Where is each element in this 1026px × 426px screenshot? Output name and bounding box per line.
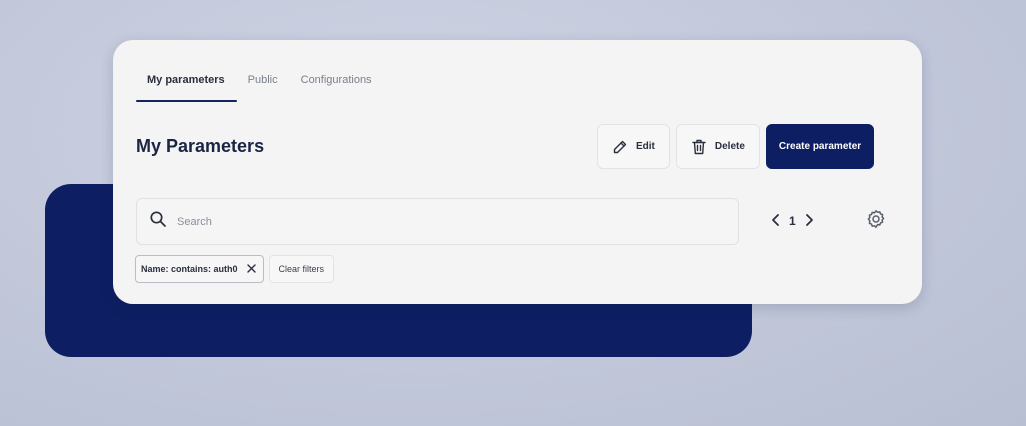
tab-my-parameters[interactable]: My parameters [136, 66, 237, 102]
search-input[interactable] [177, 215, 677, 228]
gear-icon [866, 209, 886, 234]
create-parameter-button[interactable]: Create parameter [765, 124, 875, 169]
chevron-left-icon[interactable] [769, 212, 783, 231]
search-field [136, 198, 739, 245]
delete-button[interactable]: Delete [675, 124, 760, 169]
chevron-right-icon[interactable] [802, 212, 816, 231]
tab-configurations[interactable]: Configurations [290, 66, 384, 102]
search-icon [149, 210, 167, 233]
edit-button[interactable]: Edit [597, 124, 670, 169]
action-toolbar: Edit Delete Create parameter [597, 124, 875, 169]
active-filters: Name: contains: auth0 Clear filters [135, 255, 335, 283]
delete-button-label: Delete [714, 141, 745, 152]
trash-icon [691, 138, 707, 156]
filter-chip: Name: contains: auth0 [135, 255, 264, 283]
tab-bar: My parameters Public Configurations [136, 66, 384, 102]
clear-filters-button[interactable]: Clear filters [268, 255, 335, 283]
tab-public[interactable]: Public [237, 66, 290, 102]
close-icon[interactable] [246, 263, 257, 276]
pagination: 1 [769, 209, 816, 233]
filter-chip-label: Name: contains: auth0 [141, 264, 238, 274]
parameters-card: My parameters Public Configurations My P… [113, 40, 922, 304]
pencil-icon [612, 139, 628, 155]
edit-button-label: Edit [636, 141, 655, 152]
current-page: 1 [789, 214, 796, 228]
settings-button[interactable] [865, 209, 887, 234]
page-title: My Parameters [136, 136, 265, 156]
